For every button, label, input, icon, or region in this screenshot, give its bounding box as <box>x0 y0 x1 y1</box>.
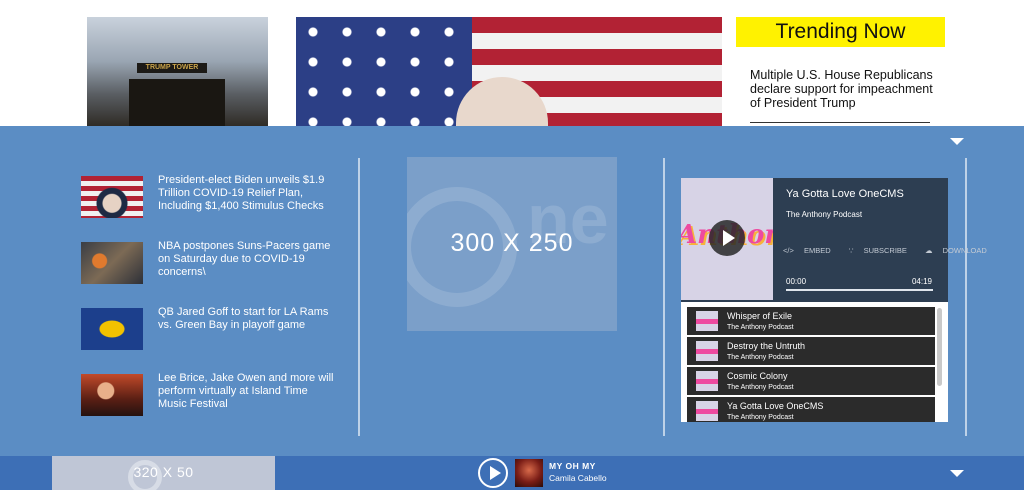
track-title: Destroy the Untruth <box>727 341 806 351</box>
track-title: Ya Gotta Love OneCMS <box>727 401 824 411</box>
subscribe-label: SUBSCRIBE <box>863 246 907 255</box>
code-icon: </> <box>783 246 796 255</box>
track-list-scrollbar[interactable] <box>937 308 942 386</box>
tower-entrance <box>129 79 225 127</box>
song-artist: Camila Cabello <box>549 473 607 483</box>
track-item[interactable]: Cosmic Colony The Anthony Podcast <box>687 367 935 395</box>
biden-flag-hero-photo[interactable] <box>296 17 722 127</box>
cloud-download-icon: ☁ <box>925 246 935 255</box>
news-item[interactable]: Lee Brice, Jake Owen and more will perfo… <box>81 372 341 416</box>
news-title: Lee Brice, Jake Owen and more will perfo… <box>158 372 334 410</box>
column-divider <box>965 158 967 436</box>
rams-logo-thumbnail <box>81 308 143 350</box>
track-show: The Anthony Podcast <box>727 384 794 391</box>
news-item[interactable]: President-elect Biden unveils $1.9 Trill… <box>81 174 341 218</box>
trending-item-link[interactable]: Multiple U.S. House Republicans declare … <box>750 68 940 110</box>
podcast-player: Anthony Ya Gotta Love OneCMS The Anthony… <box>681 178 987 422</box>
news-title: President-elect Biden unveils $1.9 Trill… <box>158 174 325 212</box>
album-art <box>515 459 543 487</box>
news-item[interactable]: QB Jared Goff to start for LA Rams vs. G… <box>81 306 341 350</box>
concert-thumbnail <box>81 374 143 416</box>
track-thumbnail <box>696 371 718 391</box>
play-icon[interactable] <box>478 458 508 488</box>
track-item[interactable]: Whisper of Exile The Anthony Podcast <box>687 307 935 335</box>
page: TRUMP TOWER Trending Now Multiple U.S. H… <box>0 0 1024 490</box>
track-show: The Anthony Podcast <box>727 324 794 331</box>
current-time: 00:00 <box>786 277 807 286</box>
ad-size-label: 300 X 250 <box>450 229 574 257</box>
show-name: The Anthony Podcast <box>786 210 863 219</box>
trump-tower-photo[interactable]: TRUMP TOWER <box>87 17 268 127</box>
progress-bar[interactable] <box>786 289 933 291</box>
column-divider <box>663 158 665 436</box>
ad-size-label: 320 X 50 <box>133 464 194 480</box>
episode-title: Ya Gotta Love OneCMS <box>786 188 904 200</box>
track-show: The Anthony Podcast <box>727 354 794 361</box>
subscribe-button[interactable]: ∵ SUBSCRIBE <box>849 246 915 255</box>
tower-sign: TRUMP TOWER <box>137 63 207 73</box>
player-actions: </> EMBED ∵ SUBSCRIBE ☁ DOWNLOAD <box>783 246 1003 255</box>
news-title: QB Jared Goff to start for LA Rams vs. G… <box>158 306 329 331</box>
news-title: NBA postpones Suns-Pacers game on Saturd… <box>158 240 331 278</box>
trending-divider <box>750 122 930 123</box>
trending-now-label: Trending Now <box>775 20 906 43</box>
embed-label: EMBED <box>803 246 831 255</box>
ad-300x250[interactable]: ne 300 X 250 <box>407 157 617 331</box>
play-icon[interactable] <box>709 220 745 256</box>
track-list: Whisper of Exile The Anthony Podcast Des… <box>681 302 948 422</box>
expand-player-icon[interactable] <box>950 470 964 477</box>
podcast-artwork: Anthony <box>681 178 773 300</box>
trending-now-header: Trending Now <box>736 17 945 47</box>
track-show: The Anthony Podcast <box>727 414 794 421</box>
basketball-thumbnail <box>81 242 143 284</box>
collapse-panel-icon[interactable] <box>950 138 964 145</box>
bottom-player-bar: 320 X 50 MY OH MY Camila Cabello <box>0 456 1024 490</box>
column-divider <box>358 158 360 436</box>
track-title: Cosmic Colony <box>727 371 788 381</box>
track-thumbnail <box>696 311 718 331</box>
download-label: DOWNLOAD <box>942 246 987 255</box>
track-title: Whisper of Exile <box>727 311 793 321</box>
track-thumbnail <box>696 341 718 361</box>
song-title: MY OH MY <box>549 461 596 471</box>
track-thumbnail <box>696 401 718 421</box>
ad-320x50[interactable]: 320 X 50 <box>52 456 275 490</box>
biden-flag-thumbnail <box>81 176 143 218</box>
track-item[interactable]: Ya Gotta Love OneCMS The Anthony Podcast <box>687 397 935 422</box>
duration: 04:19 <box>911 277 932 286</box>
embed-button[interactable]: </> EMBED <box>783 246 839 255</box>
rss-icon: ∵ <box>848 246 856 255</box>
track-item[interactable]: Destroy the Untruth The Anthony Podcast <box>687 337 935 365</box>
download-button[interactable]: ☁ DOWNLOAD <box>925 246 995 255</box>
news-item[interactable]: NBA postpones Suns-Pacers game on Saturd… <box>81 240 341 284</box>
